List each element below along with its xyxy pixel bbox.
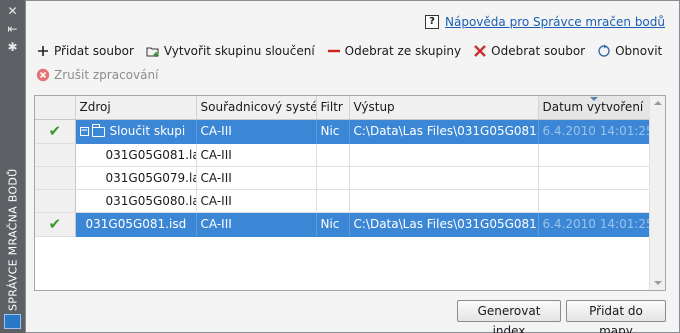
row-status-cell (35, 166, 76, 190)
cancel-icon (36, 68, 50, 82)
column-header-filter[interactable]: Filtr (316, 96, 350, 120)
table-row[interactable]: 031G05G081.las CA-III (35, 143, 650, 167)
point-cloud-manager-panel: ? Nápověda pro Správce mračen bodů Přida… (25, 0, 680, 333)
filter-cell: Nic (316, 212, 350, 237)
cancel-processing-button[interactable]: Zrušit zpracování (36, 68, 158, 82)
delete-icon (473, 44, 487, 58)
filter-cell: Nic (316, 119, 350, 144)
row-status-cell (35, 143, 76, 167)
add-folder-icon (146, 44, 160, 58)
source-cell: 031G05G081.isd (75, 212, 197, 237)
table-row[interactable]: 031G05G080.las CA-III (35, 189, 650, 213)
add-to-map-button[interactable]: Přidat do mapy (566, 300, 666, 333)
scroll-up-icon[interactable] (654, 101, 662, 105)
table-row[interactable]: 031G05G079.las CA-III (35, 166, 650, 190)
palette-sidebar: ✕ ⇤ ✱ SPRÁVCE MRAČNA BODŮ (0, 0, 25, 333)
row-status-cell: ✔ (35, 119, 76, 144)
source-cell: 031G05G080.las (75, 189, 197, 213)
toolbar: Přidat soubor Vytvořit skupinu sloučení … (36, 41, 662, 61)
filter-cell (316, 189, 350, 213)
crs-cell: CA-III (196, 119, 317, 144)
scroll-down-icon[interactable] (654, 281, 662, 285)
collapse-icon[interactable]: − (79, 127, 89, 136)
source-cell[interactable]: − Sloučit skupi (75, 119, 197, 144)
create-merge-group-button[interactable]: Vytvořit skupinu sloučení (146, 44, 315, 58)
crs-cell: CA-III (196, 212, 317, 237)
crs-cell: CA-III (196, 189, 317, 213)
column-header-check (35, 96, 76, 120)
crs-cell: CA-III (196, 166, 317, 190)
column-header-crs[interactable]: Souřadnicový systém (196, 96, 317, 120)
grid-header: Zdroj Souřadnicový systém Filtr Výstup D… (35, 96, 650, 120)
close-icon[interactable]: ✕ (4, 4, 21, 18)
output-cell: C:\Data\Las Files\031G05G081.isd (349, 119, 539, 144)
source-cell: 031G05G081.las (75, 143, 197, 167)
output-cell (349, 189, 539, 213)
row-status-cell: ✔ (35, 212, 76, 237)
palette-title: SPRÁVCE MRAČNA BODŮ (6, 168, 20, 311)
refresh-icon (597, 44, 611, 58)
app-logo-icon (4, 314, 21, 329)
pin-icon[interactable]: ⇤ (4, 22, 21, 36)
remove-file-button[interactable]: Odebrat soubor (473, 44, 585, 58)
output-cell: C:\Data\Las Files\031G05G081.isd (349, 212, 539, 237)
column-header-output[interactable]: Výstup (349, 96, 539, 120)
refresh-button[interactable]: Obnovit (597, 44, 662, 58)
plus-icon (36, 44, 50, 58)
filter-cell (316, 143, 350, 167)
help-area: ? Nápověda pro Správce mračen bodů (425, 13, 665, 31)
column-header-date[interactable]: Datum vytvoření (538, 96, 650, 120)
minus-icon (327, 44, 341, 58)
source-cell: 031G05G079.las (75, 166, 197, 190)
toolbar-secondary: Zrušit zpracování (36, 65, 158, 85)
row-status-cell (35, 189, 76, 213)
folder-icon (91, 123, 105, 137)
vertical-scrollbar[interactable] (649, 96, 665, 290)
help-link[interactable]: Nápověda pro Správce mračen bodů (445, 15, 665, 29)
filter-cell (316, 166, 350, 190)
file-grid: Zdroj Souřadnicový systém Filtr Výstup D… (34, 95, 666, 291)
checkmark-icon: ✔ (48, 121, 62, 140)
remove-from-group-button[interactable]: Odebrat ze skupiny (327, 44, 461, 58)
question-icon: ? (425, 15, 440, 29)
crs-cell: CA-III (196, 143, 317, 167)
output-cell (349, 143, 539, 167)
generate-index-button[interactable]: Generovat index (457, 300, 561, 333)
output-cell (349, 166, 539, 190)
table-row[interactable]: ✔ − Sloučit skupi CA-III Nic C:\Data\Las … (35, 119, 650, 144)
add-file-button[interactable]: Přidat soubor (36, 44, 134, 58)
settings-icon[interactable]: ✱ (4, 40, 21, 54)
checkmark-icon: ✔ (48, 214, 62, 233)
date-cell (538, 166, 650, 190)
date-cell: 6.4.2010 14:01:25 (538, 119, 650, 144)
date-cell (538, 143, 650, 167)
table-row[interactable]: ✔ 031G05G081.isd CA-III Nic C:\Data\Las … (35, 212, 650, 237)
date-cell: 6.4.2010 14:01:25 (538, 212, 650, 237)
column-header-source[interactable]: Zdroj (75, 96, 197, 120)
date-cell (538, 189, 650, 213)
